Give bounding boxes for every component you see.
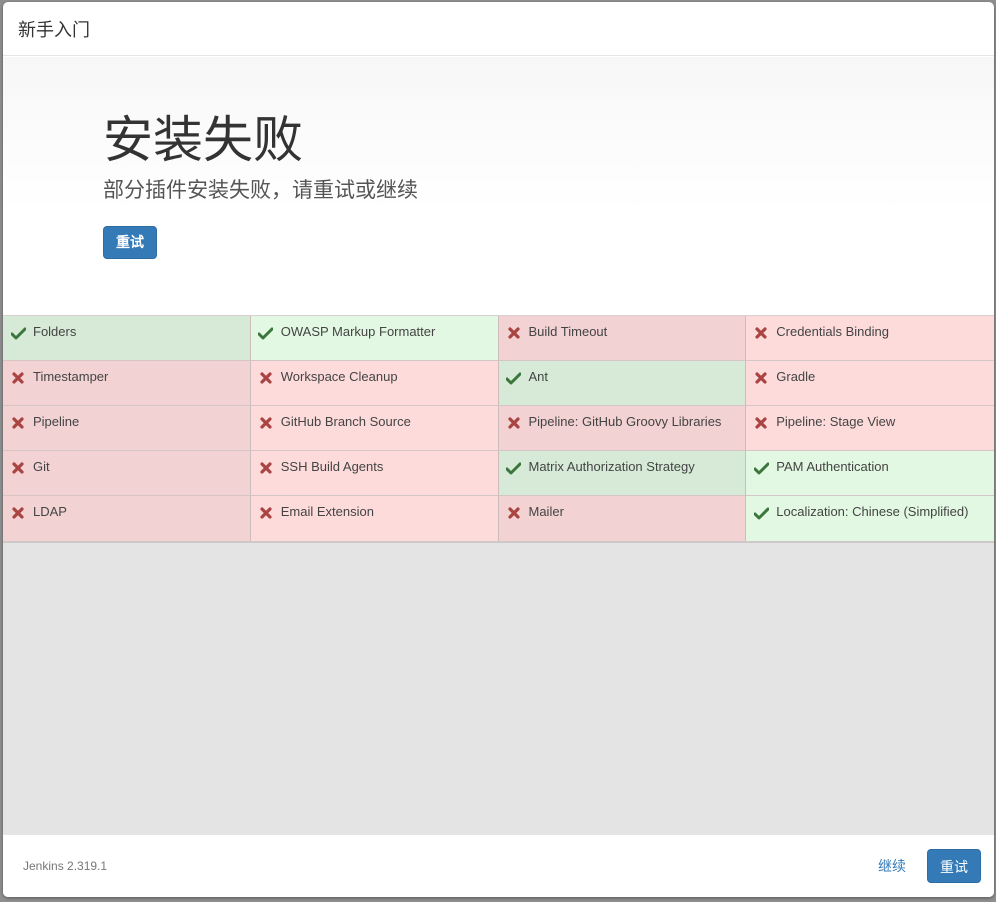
plugin-item: Folders [3,316,251,361]
plugin-name: GitHub Branch Source [280,414,411,429]
continue-button[interactable]: 继续 [878,856,906,876]
dialog-title: 新手入门 [18,19,90,40]
plugin-name: PAM Authentication [776,459,889,474]
check-icon [505,369,523,387]
x-icon [257,369,275,387]
plugin-item: Workspace Cleanup [250,361,499,406]
plugin-item: LDAP [3,496,251,541]
plugin-name: Email Extension [280,504,374,519]
plugin-name: Gradle [776,369,816,384]
footer-actions: 继续 重试 [878,849,981,883]
x-icon [257,504,275,522]
version-label: Jenkins 2.319.1 [23,859,108,873]
dialog-body: 安装失败 部分插件安装失败，请重试或继续 重试 Folders OWASP Mar… [3,57,994,834]
x-icon [505,324,523,342]
plugin-item: Matrix Authorization Strategy [498,451,747,496]
x-icon [257,414,275,432]
check-icon [257,324,275,342]
x-icon [752,369,770,387]
plugin-item: Localization: Chinese (Simplified) [746,496,994,541]
plugin-item: Git [3,451,251,496]
plugin-item: OWASP Markup Formatter [250,316,499,361]
x-icon [9,414,27,432]
plugin-name: Timestamper [33,369,109,384]
check-icon [505,459,523,477]
dialog-header: 新手入门 [3,2,994,56]
plugin-name: Pipeline: Stage View [776,414,896,429]
x-icon [752,414,770,432]
plugin-item: Pipeline: Stage View [746,406,994,451]
x-icon [9,459,27,477]
page-subtitle: 部分插件安装失败，请重试或继续 [103,179,418,202]
setup-wizard-dialog: 新手入门 安装失败 部分插件安装失败，请重试或继续 重试 Folders OWAS… [3,2,994,897]
plugin-name: LDAP [33,504,67,519]
plugin-item: Pipeline [3,406,251,451]
plugin-status-grid: Folders OWASP Markup Formatter Build Timeo… [3,315,994,543]
plugin-item: Ant [498,361,747,406]
page-title: 安装失败 [103,112,303,168]
x-icon [9,369,27,387]
plugin-item: GitHub Branch Source [250,406,499,451]
plugin-name: Git [33,459,50,474]
plugin-name: Ant [528,369,549,384]
check-icon [9,324,27,342]
plugin-name: Localization: Chinese (Simplified) [776,504,969,519]
plugin-name: Matrix Authorization Strategy [528,459,695,474]
check-icon [752,459,770,477]
plugin-item: Gradle [746,361,994,406]
plugin-item: Timestamper [3,361,251,406]
failure-banner: 安装失败 部分插件安装失败，请重试或继续 重试 [3,57,994,315]
plugin-item: Email Extension [250,496,499,541]
plugin-name: OWASP Markup Formatter [280,324,436,339]
plugin-name: Folders [33,324,77,339]
plugin-item: SSH Build Agents [250,451,499,496]
plugin-name: Pipeline [33,414,80,429]
plugin-name: Credentials Binding [776,324,889,339]
x-icon [505,414,523,432]
x-icon [257,459,275,477]
plugin-item: Credentials Binding [746,316,994,361]
x-icon [505,504,523,522]
plugin-item: Mailer [498,496,747,541]
x-icon [752,324,770,342]
plugin-item: Build Timeout [498,316,747,361]
x-icon [9,504,27,522]
check-icon [752,504,770,522]
plugin-item: PAM Authentication [746,451,994,496]
retry-button[interactable]: 重试 [103,226,157,259]
plugin-name: Mailer [528,504,564,519]
footer-retry-button[interactable]: 重试 [927,849,981,883]
plugin-item: Pipeline: GitHub Groovy Libraries [498,406,747,451]
plugin-name: Build Timeout [528,324,608,339]
plugin-name: Pipeline: GitHub Groovy Libraries [528,414,722,429]
plugin-name: Workspace Cleanup [280,369,398,384]
dialog-footer: Jenkins 2.319.1 继续 重试 [3,834,994,897]
plugin-name: SSH Build Agents [280,459,384,474]
